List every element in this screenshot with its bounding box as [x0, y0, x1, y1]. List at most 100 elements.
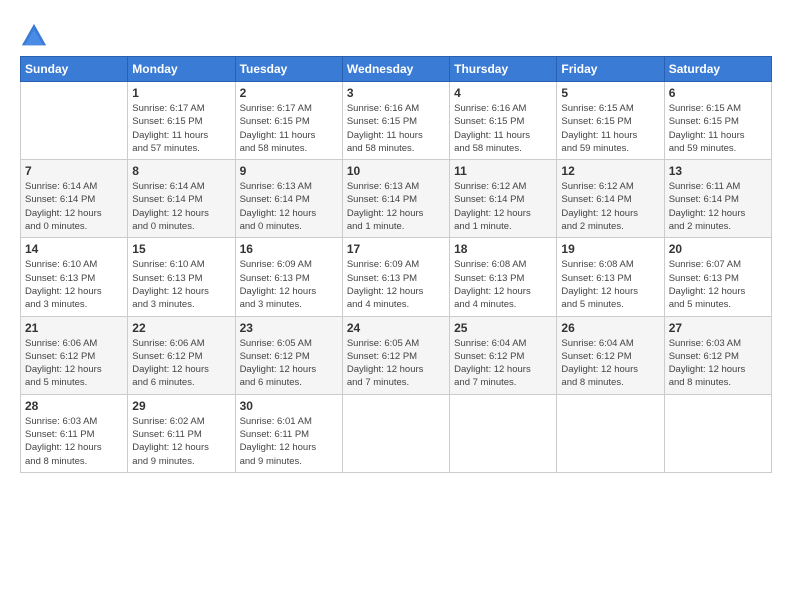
day-number: 11: [454, 164, 552, 178]
day-info: Sunrise: 6:02 AMSunset: 6:11 PMDaylight:…: [132, 415, 230, 468]
calendar-cell: 23 Sunrise: 6:05 AMSunset: 6:12 PMDayligh…: [235, 316, 342, 394]
day-info: Sunrise: 6:16 AMSunset: 6:15 PMDaylight:…: [454, 102, 552, 155]
day-header-thursday: Thursday: [450, 57, 557, 82]
day-info: Sunrise: 6:12 AMSunset: 6:14 PMDaylight:…: [561, 180, 659, 233]
week-row: 28 Sunrise: 6:03 AMSunset: 6:11 PMDayligh…: [21, 394, 772, 472]
calendar-cell: [557, 394, 664, 472]
day-number: 16: [240, 242, 338, 256]
calendar-cell: 29 Sunrise: 6:02 AMSunset: 6:11 PMDayligh…: [128, 394, 235, 472]
day-number: 15: [132, 242, 230, 256]
page: SundayMondayTuesdayWednesdayThursdayFrid…: [0, 0, 792, 612]
day-number: 17: [347, 242, 445, 256]
calendar-cell: 13Sunrise: 6:11 AMSunset: 6:14 PMDayligh…: [664, 160, 771, 238]
calendar-cell: 26 Sunrise: 6:04 AMSunset: 6:12 PMDayligh…: [557, 316, 664, 394]
day-number: 1: [132, 86, 230, 100]
day-number: 28: [25, 399, 123, 413]
calendar-cell: [342, 394, 449, 472]
calendar-cell: 20Sunrise: 6:07 AMSunset: 6:13 PMDayligh…: [664, 238, 771, 316]
calendar-cell: 24Sunrise: 6:05 AMSunset: 6:12 PMDayligh…: [342, 316, 449, 394]
calendar-cell: 7Sunrise: 6:14 AMSunset: 6:14 PMDaylight…: [21, 160, 128, 238]
day-number: 12: [561, 164, 659, 178]
day-number: 21: [25, 321, 123, 335]
calendar-table: SundayMondayTuesdayWednesdayThursdayFrid…: [20, 56, 772, 473]
calendar-cell: 25Sunrise: 6:04 AMSunset: 6:12 PMDayligh…: [450, 316, 557, 394]
calendar-cell: 22 Sunrise: 6:06 AMSunset: 6:12 PMDayligh…: [128, 316, 235, 394]
day-number: 27: [669, 321, 767, 335]
week-row: 14Sunrise: 6:10 AMSunset: 6:13 PMDayligh…: [21, 238, 772, 316]
day-header-tuesday: Tuesday: [235, 57, 342, 82]
day-info: Sunrise: 6:16 AMSunset: 6:15 PMDaylight:…: [347, 102, 445, 155]
day-number: 5: [561, 86, 659, 100]
day-info: Sunrise: 6:14 AMSunset: 6:14 PMDaylight:…: [132, 180, 230, 233]
calendar-cell: 6 Sunrise: 6:15 AMSunset: 6:15 PMDaylight…: [664, 82, 771, 160]
day-number: 26: [561, 321, 659, 335]
day-header-saturday: Saturday: [664, 57, 771, 82]
calendar-cell: 27 Sunrise: 6:03 AMSunset: 6:12 PMDayligh…: [664, 316, 771, 394]
calendar-cell: 21 Sunrise: 6:06 AMSunset: 6:12 PMDayligh…: [21, 316, 128, 394]
calendar-cell: 11 Sunrise: 6:12 AMSunset: 6:14 PMDayligh…: [450, 160, 557, 238]
day-header-sunday: Sunday: [21, 57, 128, 82]
day-info: Sunrise: 6:03 AMSunset: 6:11 PMDaylight:…: [25, 415, 123, 468]
day-info: Sunrise: 6:08 AMSunset: 6:13 PMDaylight:…: [561, 258, 659, 311]
day-info: Sunrise: 6:15 AMSunset: 6:15 PMDaylight:…: [561, 102, 659, 155]
week-row: 1 Sunrise: 6:17 AMSunset: 6:15 PMDaylight…: [21, 82, 772, 160]
day-header-friday: Friday: [557, 57, 664, 82]
calendar-cell: 12 Sunrise: 6:12 AMSunset: 6:14 PMDayligh…: [557, 160, 664, 238]
day-number: 18: [454, 242, 552, 256]
day-info: Sunrise: 6:09 AMSunset: 6:13 PMDaylight:…: [347, 258, 445, 311]
day-info: Sunrise: 6:05 AMSunset: 6:12 PMDaylight:…: [240, 337, 338, 390]
day-number: 8: [132, 164, 230, 178]
day-number: 19: [561, 242, 659, 256]
day-info: Sunrise: 6:17 AMSunset: 6:15 PMDaylight:…: [240, 102, 338, 155]
day-info: Sunrise: 6:07 AMSunset: 6:13 PMDaylight:…: [669, 258, 767, 311]
week-row: 21 Sunrise: 6:06 AMSunset: 6:12 PMDayligh…: [21, 316, 772, 394]
day-info: Sunrise: 6:12 AMSunset: 6:14 PMDaylight:…: [454, 180, 552, 233]
day-info: Sunrise: 6:13 AMSunset: 6:14 PMDaylight:…: [347, 180, 445, 233]
calendar-cell: 1 Sunrise: 6:17 AMSunset: 6:15 PMDaylight…: [128, 82, 235, 160]
calendar-cell: 17 Sunrise: 6:09 AMSunset: 6:13 PMDayligh…: [342, 238, 449, 316]
header-row: SundayMondayTuesdayWednesdayThursdayFrid…: [21, 57, 772, 82]
calendar-cell: 4 Sunrise: 6:16 AMSunset: 6:15 PMDaylight…: [450, 82, 557, 160]
day-number: 22: [132, 321, 230, 335]
day-info: Sunrise: 6:06 AMSunset: 6:12 PMDaylight:…: [25, 337, 123, 390]
day-info: Sunrise: 6:17 AMSunset: 6:15 PMDaylight:…: [132, 102, 230, 155]
calendar-cell: [664, 394, 771, 472]
day-info: Sunrise: 6:09 AMSunset: 6:13 PMDaylight:…: [240, 258, 338, 311]
day-number: 14: [25, 242, 123, 256]
calendar-cell: 14Sunrise: 6:10 AMSunset: 6:13 PMDayligh…: [21, 238, 128, 316]
day-info: Sunrise: 6:03 AMSunset: 6:12 PMDaylight:…: [669, 337, 767, 390]
day-info: Sunrise: 6:15 AMSunset: 6:15 PMDaylight:…: [669, 102, 767, 155]
day-number: 4: [454, 86, 552, 100]
day-number: 24: [347, 321, 445, 335]
day-number: 2: [240, 86, 338, 100]
day-info: Sunrise: 6:08 AMSunset: 6:13 PMDaylight:…: [454, 258, 552, 311]
calendar-cell: 9Sunrise: 6:13 AMSunset: 6:14 PMDaylight…: [235, 160, 342, 238]
day-number: 13: [669, 164, 767, 178]
day-info: Sunrise: 6:06 AMSunset: 6:12 PMDaylight:…: [132, 337, 230, 390]
header: [20, 18, 772, 50]
day-number: 6: [669, 86, 767, 100]
day-number: 25: [454, 321, 552, 335]
calendar-cell: [450, 394, 557, 472]
day-header-monday: Monday: [128, 57, 235, 82]
calendar-cell: [21, 82, 128, 160]
calendar-cell: 5 Sunrise: 6:15 AMSunset: 6:15 PMDaylight…: [557, 82, 664, 160]
day-number: 10: [347, 164, 445, 178]
day-number: 7: [25, 164, 123, 178]
logo-icon: [20, 22, 48, 50]
day-number: 29: [132, 399, 230, 413]
calendar-cell: 15Sunrise: 6:10 AMSunset: 6:13 PMDayligh…: [128, 238, 235, 316]
day-number: 3: [347, 86, 445, 100]
logo: [20, 22, 52, 50]
day-number: 23: [240, 321, 338, 335]
day-info: Sunrise: 6:04 AMSunset: 6:12 PMDaylight:…: [561, 337, 659, 390]
calendar-cell: 18 Sunrise: 6:08 AMSunset: 6:13 PMDayligh…: [450, 238, 557, 316]
calendar-cell: 16 Sunrise: 6:09 AMSunset: 6:13 PMDayligh…: [235, 238, 342, 316]
calendar-cell: 28 Sunrise: 6:03 AMSunset: 6:11 PMDayligh…: [21, 394, 128, 472]
calendar-cell: 2 Sunrise: 6:17 AMSunset: 6:15 PMDaylight…: [235, 82, 342, 160]
calendar-cell: 10 Sunrise: 6:13 AMSunset: 6:14 PMDayligh…: [342, 160, 449, 238]
calendar-cell: 30Sunrise: 6:01 AMSunset: 6:11 PMDayligh…: [235, 394, 342, 472]
day-header-wednesday: Wednesday: [342, 57, 449, 82]
day-info: Sunrise: 6:01 AMSunset: 6:11 PMDaylight:…: [240, 415, 338, 468]
week-row: 7 Sunrise: 6:14 AMSunset: 6:14 PMDaylight…: [21, 160, 772, 238]
